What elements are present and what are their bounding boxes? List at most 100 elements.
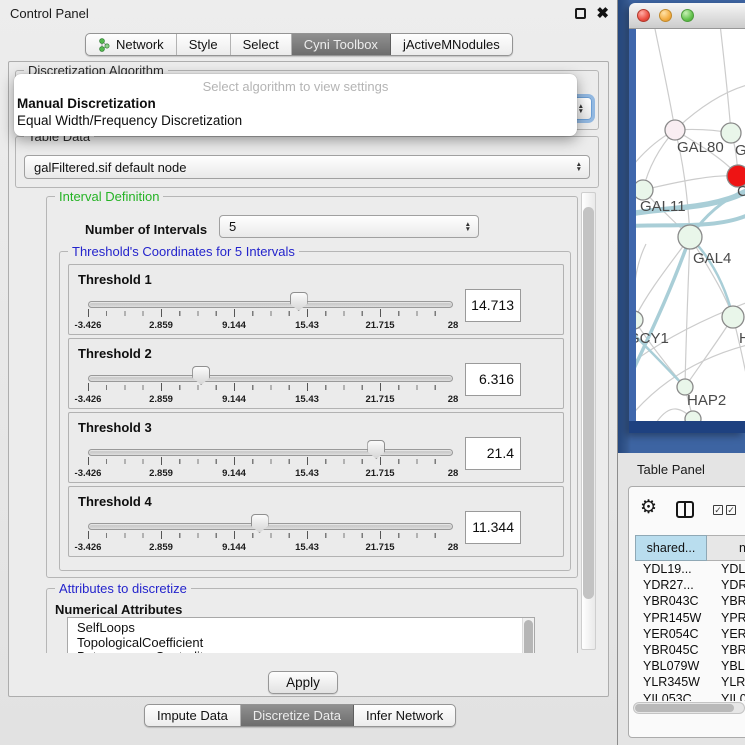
close-icon[interactable]: ✖ xyxy=(596,4,609,22)
settings-gear-icon[interactable]: ⚙ xyxy=(640,496,657,519)
cell-shared-name[interactable]: YBL079W xyxy=(635,659,707,675)
bottom-tab-infer-network[interactable]: Infer Network xyxy=(354,705,455,726)
attribute-item-betweennesscentrality[interactable]: BetweennessCentrality xyxy=(68,650,534,653)
network-node-gal80[interactable] xyxy=(665,120,685,140)
algorithm-option-placeholder[interactable]: Select algorithm to view settings xyxy=(14,78,577,95)
numerical-attributes-label: Numerical Attributes xyxy=(55,602,182,617)
table-row[interactable]: YDL19...YDL1 xyxy=(635,562,745,578)
cell-shared-name[interactable]: YBR043C xyxy=(635,594,707,610)
network-node-gal4[interactable] xyxy=(678,225,702,249)
table-panel-title: Table Panel xyxy=(637,462,705,477)
apply-button[interactable]: Apply xyxy=(268,671,338,694)
float-window-icon[interactable] xyxy=(575,8,586,19)
threshold-3-slider[interactable]: -3.4262.8599.14415.4321.71528 xyxy=(88,413,453,483)
table-scrollbar-thumb[interactable] xyxy=(635,704,734,712)
cell-name[interactable]: YDL1 xyxy=(707,562,745,578)
network-node-gal11[interactable] xyxy=(636,180,653,200)
threshold-2-slider[interactable]: -3.4262.8599.14415.4321.71528 xyxy=(88,339,453,409)
cell-shared-name[interactable]: YDL19... xyxy=(635,562,707,578)
table-row[interactable]: YIL053CYIL0 xyxy=(635,692,745,702)
tab-select[interactable]: Select xyxy=(231,34,292,55)
attributes-list-scrollbar[interactable] xyxy=(522,618,534,653)
tick-label: 15.43 xyxy=(295,468,319,479)
cell-shared-name[interactable]: YIL053C xyxy=(635,692,707,702)
network-canvas[interactable]: GAL80GACGAL11GAL4GCY1HHAP2 xyxy=(629,29,745,421)
cell-name[interactable]: YER0 xyxy=(707,627,745,643)
cell-shared-name[interactable]: YLR345W xyxy=(635,675,707,691)
slider-track[interactable] xyxy=(88,449,453,456)
tick-label: 15.43 xyxy=(295,542,319,553)
tab-cyni-toolbox[interactable]: Cyni Toolbox xyxy=(292,34,391,55)
combo-arrows-icon: ▲▼ xyxy=(465,222,471,232)
cell-name[interactable]: YLR3 xyxy=(707,675,745,691)
threshold-4-slider[interactable]: -3.4262.8599.14415.4321.71528 xyxy=(88,487,453,557)
table-row[interactable]: YBR045CYBR0 xyxy=(635,643,745,659)
network-node[interactable] xyxy=(685,411,701,421)
table-data-combobox[interactable]: galFiltered.sif default node ▲▼ xyxy=(24,155,590,179)
tick-label: 28 xyxy=(448,394,459,405)
algorithm-option-equal-width-frequency-discretization[interactable]: Equal Width/Frequency Discretization xyxy=(14,112,577,129)
column-header-shared-name[interactable]: shared... xyxy=(635,535,707,561)
column-header-name[interactable]: na xyxy=(707,535,745,561)
table-data-combobox-value: galFiltered.sif default node xyxy=(34,160,186,175)
number-of-intervals-label: Number of Intervals xyxy=(85,222,207,237)
table-row[interactable]: YER054CYER0 xyxy=(635,627,745,643)
cell-shared-name[interactable]: YBR045C xyxy=(635,643,707,659)
slider-track[interactable] xyxy=(88,301,453,308)
checkbox-icon[interactable]: ✓ xyxy=(713,505,723,515)
table-row[interactable]: YLR345WYLR3 xyxy=(635,675,745,691)
cell-shared-name[interactable]: YDR27... xyxy=(635,578,707,594)
table-row[interactable]: YBL079WYBL0 xyxy=(635,659,745,675)
zoom-traffic-light-icon[interactable] xyxy=(681,9,694,22)
number-of-intervals-combobox[interactable]: 5 ▲▼ xyxy=(219,215,479,238)
tab-label: jActiveMNodules xyxy=(403,37,500,52)
panel-scrollbar-thumb[interactable] xyxy=(583,207,594,599)
close-traffic-light-icon[interactable] xyxy=(637,9,650,22)
cell-name[interactable]: YPR1 xyxy=(707,611,745,627)
bottom-tab-discretize-data[interactable]: Discretize Data xyxy=(241,705,354,726)
attribute-item-selfloops[interactable]: SelfLoops xyxy=(68,618,534,636)
attributes-scrollbar-thumb[interactable] xyxy=(524,620,533,653)
threshold-2-value-field[interactable]: 6.316 xyxy=(465,363,521,396)
table-row[interactable]: YDR27...YDR2 xyxy=(635,578,745,594)
numerical-attributes-list[interactable]: SelfLoopsTopologicalCoefficientBetweenne… xyxy=(67,617,535,653)
cell-name[interactable]: YBR0 xyxy=(707,594,745,610)
network-node-ga[interactable] xyxy=(721,123,741,143)
algorithm-option-manual-discretization[interactable]: Manual Discretization xyxy=(14,95,577,112)
table-row[interactable]: YPR145WYPR1 xyxy=(635,611,745,627)
network-node-h[interactable] xyxy=(722,306,744,328)
network-icon xyxy=(98,38,111,52)
network-node-gcy1[interactable] xyxy=(636,311,643,329)
split-columns-icon[interactable] xyxy=(676,501,694,518)
table-horizontal-scrollbar[interactable] xyxy=(633,702,745,714)
cell-name[interactable]: YBL0 xyxy=(707,659,745,675)
cell-name[interactable]: YDR2 xyxy=(707,578,745,594)
network-window-titlebar[interactable] xyxy=(629,3,745,29)
bottom-tab-impute-data[interactable]: Impute Data xyxy=(145,705,241,726)
bottom-tab-bar: Impute DataDiscretize DataInfer Network xyxy=(144,704,456,727)
threshold-4-panel: Threshold 4-3.4262.8599.14415.4321.71528… xyxy=(68,486,564,557)
node-label-ga: GA xyxy=(735,142,745,159)
threshold-4-value-field[interactable]: 11.344 xyxy=(465,511,521,544)
cell-shared-name[interactable]: YER054C xyxy=(635,627,707,643)
threshold-1-slider[interactable]: -3.4262.8599.14415.4321.71528 xyxy=(88,265,453,335)
cell-name[interactable]: YIL0 xyxy=(707,692,745,702)
slider-track[interactable] xyxy=(88,523,453,530)
threshold-1-value-field[interactable]: 14.713 xyxy=(465,289,521,322)
minimize-traffic-light-icon[interactable] xyxy=(659,9,672,22)
attribute-item-topologicalcoefficient[interactable]: TopologicalCoefficient xyxy=(68,636,534,651)
threshold-3-value-field[interactable]: 21.4 xyxy=(465,437,521,470)
tab-style[interactable]: Style xyxy=(177,34,231,55)
checkbox-icon[interactable]: ✓ xyxy=(726,505,736,515)
attributes-group-title: Attributes to discretize xyxy=(55,581,191,596)
panel-vertical-scrollbar[interactable] xyxy=(581,192,596,650)
tab-jactivemnodules[interactable]: jActiveMNodules xyxy=(391,34,512,55)
tick-label: 28 xyxy=(448,320,459,331)
tab-network[interactable]: Network xyxy=(86,34,177,55)
slider-track[interactable] xyxy=(88,375,453,382)
network-view-window: GAL80GACGAL11GAL4GCY1HHAP2 xyxy=(629,3,745,433)
table-row[interactable]: YBR043CYBR0 xyxy=(635,594,745,610)
cell-shared-name[interactable]: YPR145W xyxy=(635,611,707,627)
cell-name[interactable]: YBR0 xyxy=(707,643,745,659)
table-panel-body: ⚙ ✓ ✓ shared... na YDL19...YDL1YDR27...Y… xyxy=(628,486,745,738)
